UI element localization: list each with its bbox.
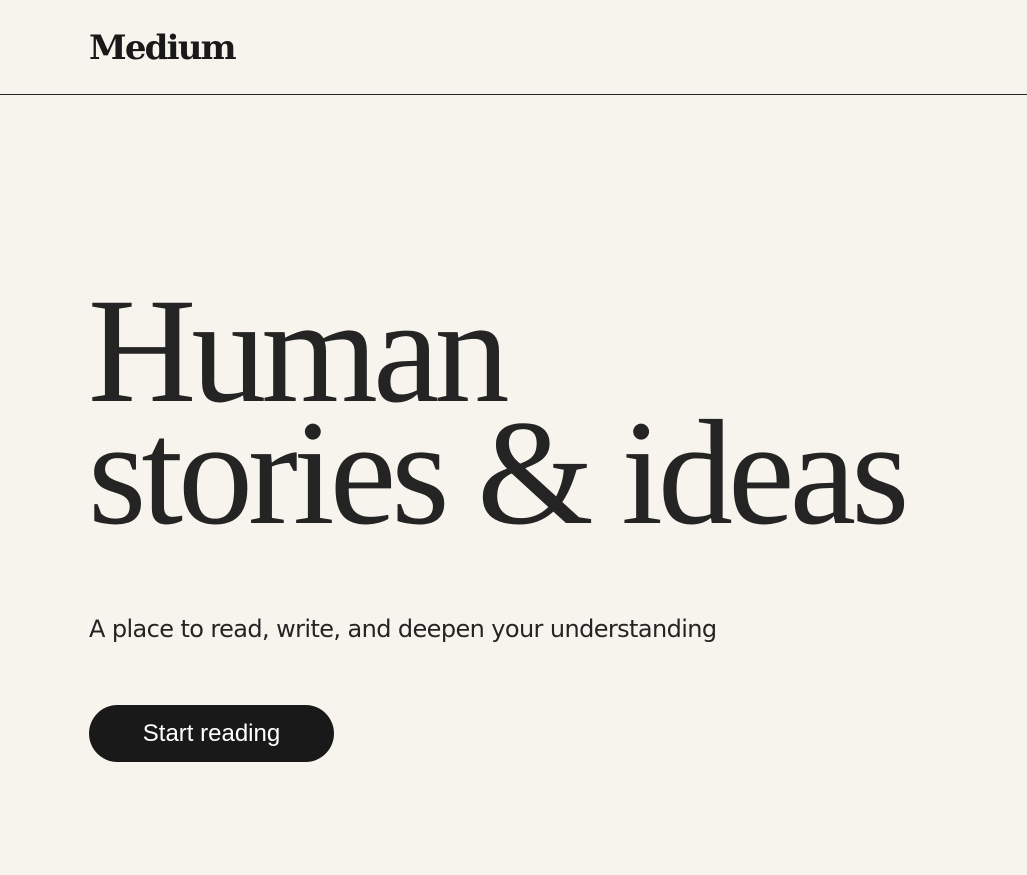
hero-title-line-2: stories & ideas (88, 390, 910, 556)
start-reading-button[interactable]: Start reading (89, 705, 334, 762)
top-navigation-bar: Medium (0, 0, 1027, 95)
hero-title: Human stories & ideas (88, 276, 910, 556)
hero-subtitle: A place to read, write, and deepen your … (89, 615, 717, 643)
medium-logo[interactable]: Medium (89, 26, 237, 70)
